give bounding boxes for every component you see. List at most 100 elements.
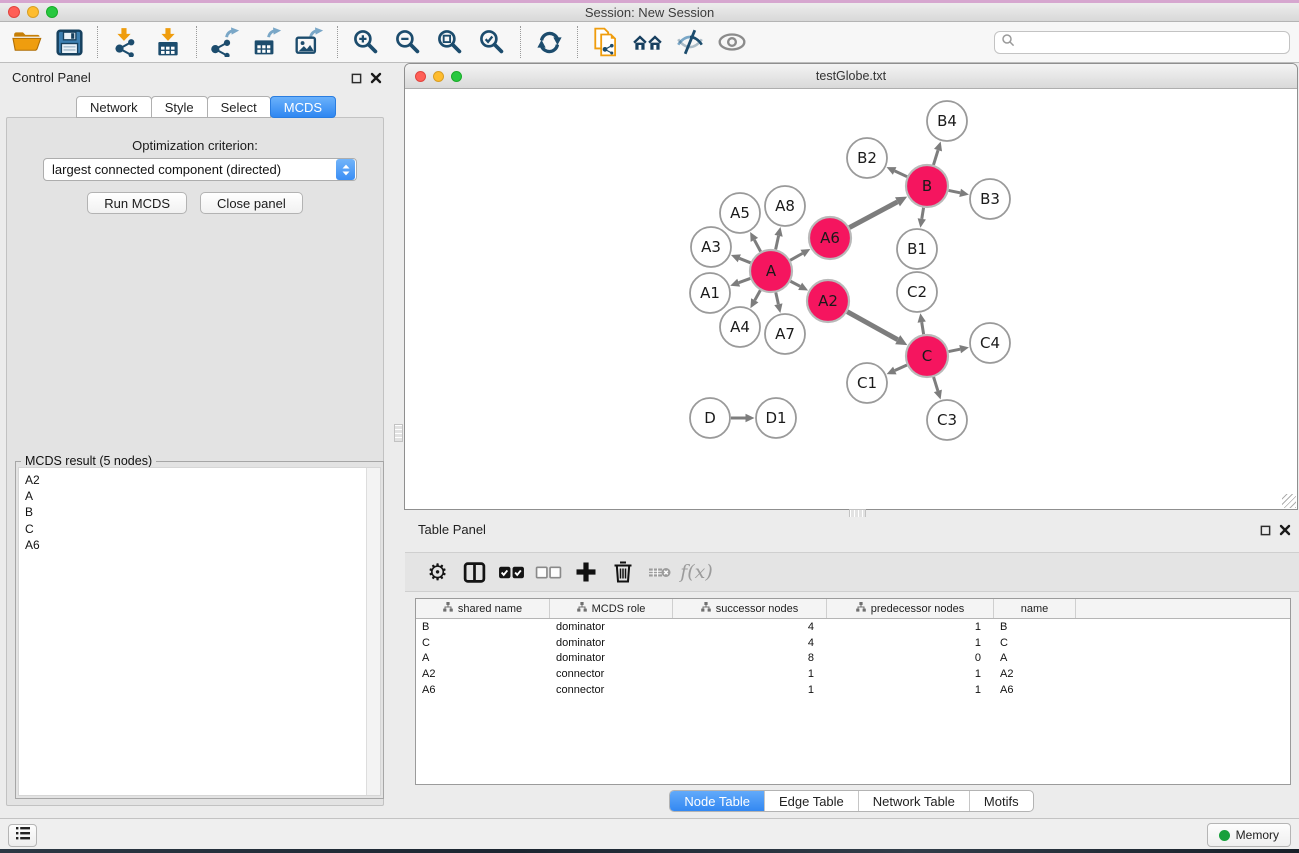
table-cell[interactable]: B xyxy=(994,621,1076,633)
column-header-name[interactable]: name xyxy=(994,599,1076,618)
graph-edge-A-A5[interactable] xyxy=(754,240,760,252)
table-cell[interactable]: dominator xyxy=(550,637,673,649)
result-item[interactable]: A2 xyxy=(19,472,380,488)
graph-node-C2[interactable]: C2 xyxy=(897,272,937,312)
graph-node-B2[interactable]: B2 xyxy=(847,138,887,178)
graph-edge-A-A8[interactable] xyxy=(776,236,779,250)
table-cell[interactable]: dominator xyxy=(550,621,673,633)
graph-edge-A-A7[interactable] xyxy=(776,292,779,304)
graph-edge-A-A2[interactable] xyxy=(790,281,800,286)
table-cell[interactable]: 1 xyxy=(673,684,827,696)
deselect-all-rows-button[interactable] xyxy=(530,555,567,589)
result-item[interactable]: B xyxy=(19,504,380,520)
optimization-criterion-select[interactable]: largest connected component (directed) xyxy=(43,158,357,181)
graph-node-A1[interactable]: A1 xyxy=(690,273,730,313)
graph-edge-C-C2[interactable] xyxy=(922,322,924,334)
result-item[interactable]: A6 xyxy=(19,537,380,553)
tab-network[interactable]: Network xyxy=(76,96,152,118)
refresh-layout-button[interactable] xyxy=(528,24,570,60)
task-history-button[interactable] xyxy=(8,824,37,847)
table-cell[interactable]: 0 xyxy=(827,652,994,664)
table-cell[interactable]: 1 xyxy=(827,637,994,649)
create-column-button[interactable] xyxy=(567,555,604,589)
graph-edge-A6-B[interactable] xyxy=(849,202,897,228)
table-cell[interactable]: A xyxy=(416,652,550,664)
table-cell[interactable]: 1 xyxy=(827,684,994,696)
import-table-button[interactable] xyxy=(147,24,189,60)
table-cell[interactable]: 4 xyxy=(673,621,827,633)
table-cell[interactable]: dominator xyxy=(550,652,673,664)
graph-node-C4[interactable]: C4 xyxy=(970,323,1010,363)
network-from-file-button[interactable] xyxy=(585,24,627,60)
table-cell[interactable]: 1 xyxy=(673,668,827,680)
graph-node-C[interactable]: C xyxy=(906,335,948,377)
graph-node-B1[interactable]: B1 xyxy=(897,229,937,269)
graph-edge-C-C1[interactable] xyxy=(895,365,907,370)
close-table-panel-icon[interactable] xyxy=(1279,523,1291,541)
open-session-button[interactable] xyxy=(6,24,48,60)
select-all-rows-button[interactable] xyxy=(493,555,530,589)
table-row[interactable]: A6connector11A6 xyxy=(416,682,1290,698)
graph-node-A7[interactable]: A7 xyxy=(765,314,805,354)
graph-node-A8[interactable]: A8 xyxy=(765,186,805,226)
graph-edge-A-A3[interactable] xyxy=(739,258,750,263)
memory-button[interactable]: Memory xyxy=(1207,823,1291,847)
table-cell[interactable]: A xyxy=(994,652,1076,664)
table-cell[interactable]: A2 xyxy=(416,668,550,680)
close-panel-icon[interactable] xyxy=(370,71,382,89)
graph-node-A5[interactable]: A5 xyxy=(720,193,760,233)
table-row[interactable]: Cdominator41C xyxy=(416,635,1290,651)
zoom-fit-button[interactable] xyxy=(429,24,471,60)
graph-edge-A-A4[interactable] xyxy=(755,290,761,300)
table-cell[interactable]: connector xyxy=(550,668,673,680)
table-row[interactable]: A2connector11A2 xyxy=(416,666,1290,682)
zoom-selected-button[interactable] xyxy=(471,24,513,60)
graph-node-D[interactable]: D xyxy=(690,398,730,438)
table-cell[interactable]: 1 xyxy=(827,668,994,680)
graph-node-A2[interactable]: A2 xyxy=(807,280,849,322)
column-header-successor-nodes[interactable]: successor nodes xyxy=(673,599,827,618)
table-cell[interactable]: B xyxy=(416,621,550,633)
graph-edge-B-B4[interactable] xyxy=(933,150,938,165)
zoom-in-button[interactable] xyxy=(345,24,387,60)
graph-edge-B-B3[interactable] xyxy=(949,190,961,192)
run-mcds-button[interactable]: Run MCDS xyxy=(87,192,187,214)
save-session-button[interactable] xyxy=(48,24,90,60)
search-box[interactable] xyxy=(994,31,1290,54)
table-options-button[interactable]: ⚙ xyxy=(419,555,456,589)
graph-node-A6[interactable]: A6 xyxy=(809,217,851,259)
close-panel-button[interactable]: Close panel xyxy=(200,192,303,214)
table-cell[interactable]: connector xyxy=(550,684,673,696)
graph-node-C3[interactable]: C3 xyxy=(927,400,967,440)
table-cell[interactable]: 1 xyxy=(827,621,994,633)
tab-edge-table[interactable]: Edge Table xyxy=(764,791,858,811)
graph-edge-C-C3[interactable] xyxy=(934,377,938,391)
hide-panels-button[interactable] xyxy=(669,24,711,60)
table-row[interactable]: Adominator80A xyxy=(416,651,1290,667)
graph-node-B3[interactable]: B3 xyxy=(970,179,1010,219)
network-canvas[interactable]: B4B2BB3A8A5A6A3B1AA1C2A2A4A7C4CC1C3DD1 xyxy=(405,89,1297,509)
graph-node-B4[interactable]: B4 xyxy=(927,101,967,141)
show-columns-button[interactable] xyxy=(456,555,493,589)
table-cell[interactable]: C xyxy=(416,637,550,649)
show-panels-button[interactable] xyxy=(711,24,753,60)
table-cell[interactable]: A6 xyxy=(994,684,1076,696)
graph-node-A4[interactable]: A4 xyxy=(720,307,760,347)
result-item[interactable]: A xyxy=(19,488,380,504)
graph-edge-B-B1[interactable] xyxy=(922,208,924,219)
vertical-splitter-grip[interactable] xyxy=(394,424,403,442)
graph-edge-A-A6[interactable] xyxy=(790,253,802,260)
main-titlebar[interactable]: Session: New Session xyxy=(0,3,1299,22)
tab-mcds[interactable]: MCDS xyxy=(270,96,336,118)
import-network-button[interactable] xyxy=(105,24,147,60)
export-image-button[interactable] xyxy=(288,24,330,60)
tab-style[interactable]: Style xyxy=(151,96,208,118)
column-header-predecessor-nodes[interactable]: predecessor nodes xyxy=(827,599,994,618)
tab-select[interactable]: Select xyxy=(207,96,271,118)
column-header-MCDS-role[interactable]: MCDS role xyxy=(550,599,673,618)
graph-edge-A-A1[interactable] xyxy=(739,278,751,282)
graph-edge-B-B2[interactable] xyxy=(895,171,907,177)
export-table-button[interactable] xyxy=(246,24,288,60)
mcds-result-list[interactable]: A2ABCA6 xyxy=(18,467,381,796)
graph-node-A[interactable]: A xyxy=(750,250,792,292)
